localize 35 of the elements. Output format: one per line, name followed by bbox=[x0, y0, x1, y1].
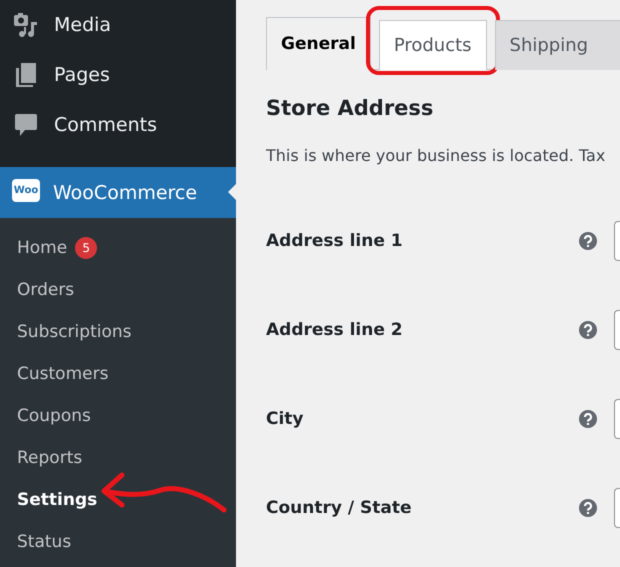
submenu-item[interactable]: Subscriptions bbox=[17, 322, 132, 342]
submenu-item[interactable]: Settings bbox=[17, 490, 98, 510]
submenu-item[interactable]: Orders bbox=[17, 280, 74, 300]
help-icon[interactable] bbox=[579, 498, 597, 516]
submenu-item[interactable]: Home bbox=[17, 238, 68, 258]
tab[interactable]: Shipping bbox=[494, 20, 620, 70]
help-icon[interactable] bbox=[579, 232, 597, 250]
submenu-item[interactable]: Reports bbox=[17, 448, 82, 468]
field-label: Address line 1 bbox=[266, 230, 404, 250]
submenu-item[interactable]: Coupons bbox=[17, 406, 91, 426]
input-field[interactable] bbox=[614, 488, 620, 528]
tab[interactable]: General bbox=[266, 17, 371, 70]
input-field[interactable] bbox=[614, 310, 620, 350]
section-title: Store Address bbox=[266, 96, 434, 120]
tab[interactable]: Products bbox=[378, 20, 487, 70]
help-icon[interactable] bbox=[579, 320, 597, 338]
field-label: Country / State bbox=[266, 498, 412, 518]
submenu-item[interactable]: Status bbox=[17, 532, 72, 552]
media-icon bbox=[13, 12, 39, 38]
count-badge: 5 bbox=[75, 237, 98, 259]
menu-item[interactable]: Media bbox=[54, 14, 112, 36]
input-field[interactable] bbox=[614, 220, 620, 260]
field-label: City bbox=[266, 408, 305, 428]
submenu-item[interactable]: Customers bbox=[17, 364, 108, 384]
field-label: Address line 2 bbox=[266, 320, 404, 340]
section-description: This is where your business is located. Tax bbox=[266, 146, 606, 165]
input-field[interactable] bbox=[614, 398, 620, 438]
pages-icon bbox=[14, 62, 38, 88]
menu-item[interactable]: Pages bbox=[54, 64, 110, 86]
logo-icon: Woo bbox=[12, 179, 40, 202]
speech-bubble-icon bbox=[14, 112, 38, 138]
help-icon[interactable] bbox=[579, 410, 597, 428]
menu-item[interactable]: Comments bbox=[54, 114, 157, 136]
active-menu-item[interactable]: Woo WooCommerce bbox=[0, 167, 236, 218]
menu-label: WooCommerce bbox=[53, 182, 198, 204]
